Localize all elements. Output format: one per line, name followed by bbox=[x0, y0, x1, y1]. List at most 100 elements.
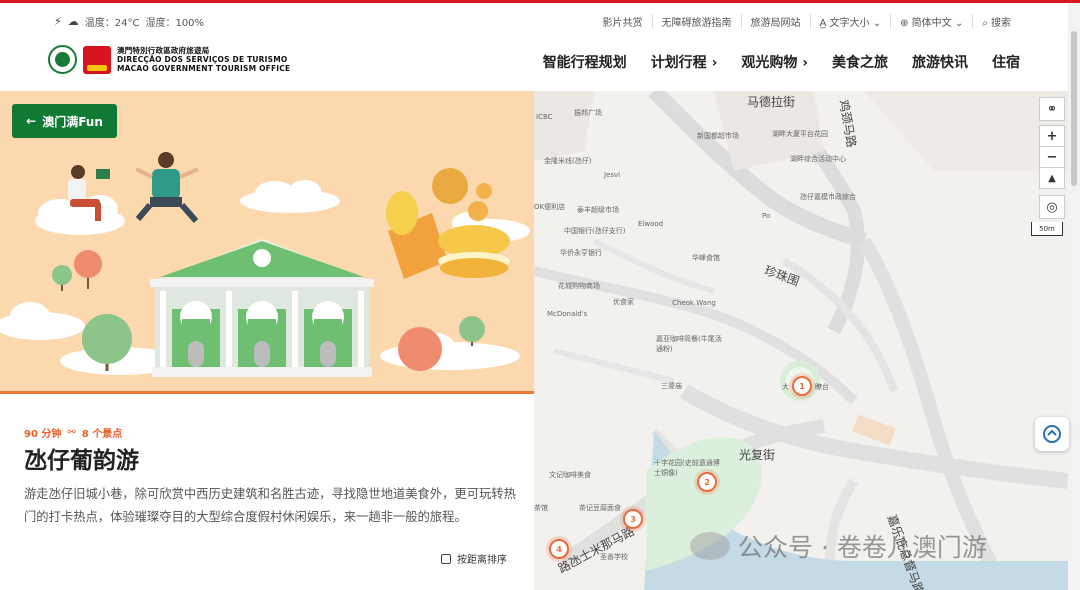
link-accessible-guide[interactable]: 无障碍旅游指南 bbox=[651, 14, 741, 29]
route-title: 氹仔葡韵游 bbox=[24, 448, 139, 474]
place-label: 中国银行(氹仔支行) bbox=[564, 227, 626, 235]
nav-smart-planning[interactable]: 智能行程规划 bbox=[543, 52, 627, 72]
minus-icon: − bbox=[1046, 149, 1058, 165]
nav-plan-trip[interactable]: 计划行程 › bbox=[651, 52, 718, 72]
nav-food[interactable]: 美食之旅 bbox=[832, 52, 888, 72]
route-pin-4[interactable]: 4 bbox=[549, 539, 569, 559]
chevron-right-icon: › bbox=[802, 55, 808, 71]
language-label: 简体中文 bbox=[911, 18, 952, 29]
nav-accommodation[interactable]: 住宿 bbox=[992, 52, 1020, 72]
chevron-right-icon: › bbox=[711, 55, 718, 71]
route-toggle-button[interactable]: ⚭ bbox=[1039, 97, 1065, 121]
compass-icon: ▲ bbox=[1048, 172, 1056, 184]
utility-bar: ⚡ ☁ 温度：24°C 湿度：100% 影片共赏 无障碍旅游指南 旅游局网站 A… bbox=[0, 14, 1080, 32]
back-button-label: 澳门满Fun bbox=[42, 114, 103, 129]
place-label: Elwood bbox=[638, 220, 664, 228]
arrow-left-icon: ← bbox=[26, 114, 37, 128]
place-label: 泰丰超级市场 bbox=[577, 206, 619, 214]
sort-by-distance-toggle[interactable]: 按距离排序 bbox=[441, 551, 507, 566]
page-scrollbar[interactable] bbox=[1068, 3, 1080, 590]
plus-icon: + bbox=[1046, 128, 1058, 144]
watermark: 公众号 · 卷卷儿澳门游 bbox=[690, 528, 987, 564]
nav-sightseeing[interactable]: 观光购物 › bbox=[741, 52, 808, 72]
wechat-icon bbox=[690, 532, 730, 560]
scrollbar-thumb[interactable] bbox=[1071, 31, 1077, 186]
logo-line-portuguese: DIRECÇÃO DOS SERVIÇOS DE TURISMO bbox=[117, 55, 288, 64]
zoom-out-button[interactable]: − bbox=[1039, 146, 1065, 168]
route-map[interactable]: 马德拉街 珍珠围 光复街 鸡颈马路 嘉乐庇总督马路 路氹士米那马路 ICBC 振… bbox=[534, 91, 1068, 590]
route-meta: 90 分钟 ⚯ 8 个景点 bbox=[24, 425, 122, 440]
globe-icon: ⊕ bbox=[900, 18, 912, 29]
place-label: Jesvi bbox=[604, 171, 621, 179]
assistant-icon bbox=[1043, 425, 1061, 443]
route-description: 游走氹仔旧城小巷，除可欣赏中西历史建筑和名胜古迹，寻找隐世地道美食外，更可玩转热… bbox=[24, 487, 516, 524]
font-size-label: 文字大小 bbox=[829, 18, 870, 29]
checkbox[interactable] bbox=[441, 553, 451, 564]
route-spots: 8 个景点 bbox=[81, 429, 123, 440]
logo-text: 澳門特別行政區政府旅遊局 DIRECÇÃO DOS SERVIÇOS DE TU… bbox=[117, 46, 290, 73]
language-menu[interactable]: ⊕ 简体中文 ⌄ bbox=[890, 14, 972, 29]
back-button[interactable]: ← 澳门满Fun bbox=[12, 104, 117, 138]
place-label: 大 bbox=[782, 383, 789, 391]
nav-news[interactable]: 旅游快讯 bbox=[912, 52, 968, 72]
nav-plan-trip-label: 计划行程 bbox=[650, 55, 707, 71]
route-card: 90 分钟 ⚯ 8 个景点 氹仔葡韵游 游走氹仔旧城小巷，除可欣赏中西历史建筑和… bbox=[0, 394, 534, 590]
font-size-icon: A̲ bbox=[819, 18, 830, 29]
place-label: McDonald's bbox=[547, 310, 588, 318]
font-size-menu[interactable]: A̲ 文字大小 ⌄ bbox=[809, 14, 891, 29]
watermark-text: 公众号 · 卷卷儿澳门游 bbox=[738, 533, 987, 562]
cloud-rain-icon: ☁ bbox=[67, 15, 79, 28]
place-label: 文记咖啡美食 bbox=[549, 471, 591, 479]
route-nodes-icon: ⚯ bbox=[67, 427, 76, 438]
search-label: 搜索 bbox=[991, 18, 1011, 29]
map-canvas bbox=[534, 91, 1068, 590]
main-nav: 智能行程规划 计划行程 › 观光购物 › 美食之旅 旅游快讯 住宿 bbox=[543, 52, 1020, 72]
route-icon: ⚭ bbox=[1046, 101, 1058, 117]
humidity: 湿度：100% bbox=[145, 18, 205, 29]
place-label: 瞭台 bbox=[815, 383, 829, 391]
top-accent-bar bbox=[0, 0, 1080, 3]
link-video[interactable]: 影片共赏 bbox=[594, 14, 652, 29]
place-label: 圣善学校 bbox=[600, 553, 628, 561]
utility-links: 影片共赏 无障碍旅游指南 旅游局网站 A̲ 文字大小 ⌄ ⊕ 简体中文 ⌄ ⌕ … bbox=[594, 14, 1021, 29]
place-label: 湖畔综合活动中心 bbox=[790, 155, 846, 163]
place-label: 华峰食馆 bbox=[692, 254, 720, 262]
temperature: 温度：24°C bbox=[84, 18, 140, 29]
locate-button[interactable]: ◎ bbox=[1039, 195, 1065, 219]
weather-widget: ⚡ ☁ 温度：24°C 湿度：100% bbox=[54, 14, 204, 29]
macao-seal-icon bbox=[48, 45, 77, 74]
place-label: 新国都超市场 bbox=[697, 132, 739, 140]
place-label: 金隆米线(氹仔) bbox=[544, 157, 592, 165]
lightning-icon: ⚡ bbox=[54, 15, 62, 28]
logo-line-english: MACAO GOVERNMENT TOURISM OFFICE bbox=[117, 64, 291, 73]
macao-tourism-badge-icon bbox=[83, 45, 111, 74]
route-duration: 90 分钟 bbox=[24, 429, 62, 440]
search-button[interactable]: ⌕ 搜索 bbox=[972, 14, 1020, 29]
place-label: 茶记豆腐面食 bbox=[579, 504, 621, 512]
route-pin-3[interactable]: 3 bbox=[623, 509, 643, 529]
street-label: 光复街 bbox=[739, 448, 776, 462]
place-label: 优食家 bbox=[613, 298, 634, 306]
place-label: OK便利店 bbox=[534, 203, 566, 211]
crosshair-icon: ◎ bbox=[1046, 199, 1058, 215]
zoom-in-button[interactable]: + bbox=[1039, 125, 1065, 147]
place-label: 三婆庙 bbox=[661, 382, 682, 390]
floating-assistant-button[interactable] bbox=[1035, 417, 1069, 451]
place-label: 氹仔嘉模市政综合 bbox=[800, 193, 856, 201]
logo-line-chinese: 澳門特別行政區政府旅遊局 bbox=[117, 46, 210, 55]
sort-label: 按距离排序 bbox=[457, 555, 507, 566]
nav-sightseeing-label: 观光购物 bbox=[741, 55, 798, 71]
place-label: 茶馆 bbox=[534, 504, 548, 512]
place-label: 花城购物商场 bbox=[558, 282, 600, 290]
route-pin-1[interactable]: 1 bbox=[792, 376, 812, 396]
map-scale: 50m bbox=[1031, 222, 1063, 236]
place-label: 振邦广场 bbox=[574, 109, 602, 117]
place-label: Po bbox=[762, 212, 771, 220]
compass-button[interactable]: ▲ bbox=[1039, 167, 1065, 189]
place-label: 华侨永亨银行 bbox=[560, 249, 602, 257]
link-tourism-site[interactable]: 旅游局网站 bbox=[740, 14, 810, 29]
site-logo[interactable]: 澳門特別行政區政府旅遊局 DIRECÇÃO DOS SERVIÇOS DE TU… bbox=[48, 45, 290, 74]
route-pin-2[interactable]: 2 bbox=[697, 472, 717, 492]
street-label: 马德拉街 bbox=[747, 95, 796, 109]
place-label: Cheok Wang bbox=[672, 299, 716, 307]
